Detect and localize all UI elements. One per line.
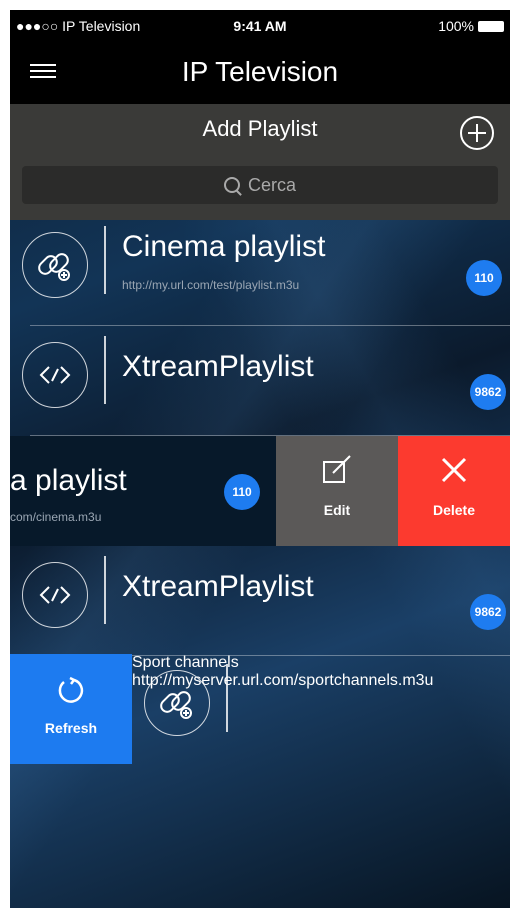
clock: 9:41 AM (233, 18, 287, 34)
count-badge: 9862 (470, 374, 506, 410)
playlist-name: XtreamPlaylist (122, 570, 314, 603)
delete-label: Delete (432, 502, 476, 518)
playlist-row-content[interactable]: a playlist com/cinema.m3u 110 (10, 436, 276, 546)
code-icon (22, 562, 88, 628)
close-icon (441, 457, 467, 483)
add-playlist-button[interactable] (460, 116, 494, 150)
edit-button[interactable]: Edit (276, 436, 398, 546)
battery-percent: 100% (438, 18, 474, 34)
playlist-row[interactable]: XtreamPlaylist 9862 (10, 546, 510, 656)
page-title: IP Television (181, 56, 339, 87)
link-icon (144, 670, 210, 736)
swiped-playlist-row[interactable]: a playlist com/cinema.m3u 110 Edit Delet… (10, 436, 510, 546)
code-icon (22, 342, 88, 408)
search-placeholder: Cerca (247, 174, 296, 195)
refresh-label: Refresh (44, 720, 98, 736)
divider (104, 556, 106, 624)
playlist-row[interactable]: Cinema playlist http://my.url.com/test/p… (10, 216, 510, 326)
count-badge: 110 (224, 474, 260, 510)
playlist-name: XtreamPlaylist (122, 350, 314, 383)
delete-button[interactable]: Delete (398, 436, 510, 546)
playlist-name: a playlist (10, 464, 127, 497)
battery-icon (478, 20, 504, 32)
nav-bar: IP Television (10, 44, 510, 104)
divider (104, 226, 106, 294)
phone-screen: ●●●○○ IP Television 9:41 AM 100% IP Tele… (10, 10, 510, 908)
link-icon (22, 232, 88, 298)
playlist-name: Sport channels (132, 654, 239, 671)
refresh-icon (58, 676, 84, 703)
playlist-row[interactable]: XtreamPlaylist 9862 (10, 326, 510, 436)
edit-label: Edit (323, 502, 351, 518)
add-playlist-label: Add Playlist (202, 116, 318, 141)
search-input[interactable]: Cerca (22, 166, 498, 204)
playlist-name: Cinema playlist (122, 230, 326, 263)
playlist-row[interactable]: Sport channels http://myserver.url.com/s… (132, 654, 510, 764)
count-badge: 110 (466, 260, 502, 296)
search-icon (223, 177, 240, 193)
divider (226, 664, 228, 732)
count-badge: 9862 (470, 594, 506, 630)
playlist-url: com/cinema.m3u (10, 510, 102, 524)
playlist-url: http://my.url.com/test/playlist.m3u (122, 278, 300, 292)
battery-status: 100% (438, 18, 504, 34)
add-playlist-bar: Add Playlist Cerca (10, 104, 510, 220)
edit-icon (323, 455, 351, 483)
status-bar: ●●●○○ IP Television 9:41 AM 100% (10, 10, 510, 44)
refresh-button[interactable]: Refresh (10, 654, 132, 764)
divider (104, 336, 106, 404)
